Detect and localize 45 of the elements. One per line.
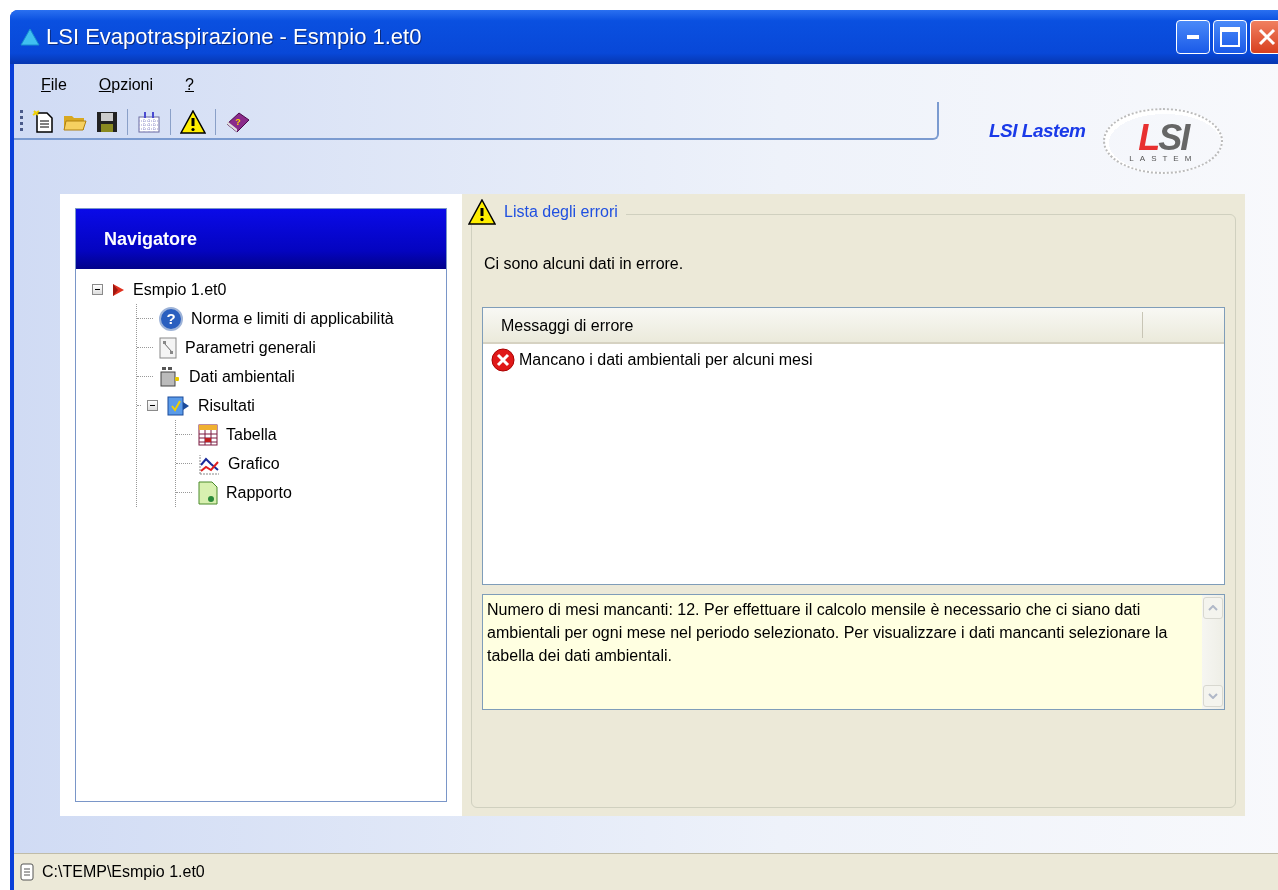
window-title: LSI Evapotraspirazione - Esmpio 1.et0	[46, 24, 423, 50]
tree-item[interactable]: Norma e limiti di applicabilità	[189, 309, 396, 328]
triangle-icon	[20, 28, 40, 46]
details-text: Numero di mesi mancanti: 12. Per effettuare il calcolo mensile è necessario che ci siano dati ambientali per ogni mese nel periodo selezionato. Per visualizzare i dati mancanti selezionare la tabella dei dati ambientali.	[486, 600, 1169, 666]
navigator-title: Navigatore	[76, 209, 446, 269]
group-title: Lista degli errori	[504, 203, 618, 221]
summary-text: Ci sono alcuni dati in errore.	[484, 255, 685, 273]
menu-item[interactable]: File	[32, 76, 76, 98]
close-button[interactable]	[1250, 20, 1278, 54]
menu-item[interactable]: ?	[176, 76, 203, 98]
status-path: C:\TEMP\Esmpio 1.et0	[42, 863, 205, 881]
maximize-icon	[1220, 27, 1240, 47]
close-icon	[1258, 28, 1276, 46]
report-icon	[198, 480, 218, 505]
logo-mark: LSI	[1138, 119, 1189, 156]
logo-subtitle: LASTEM	[1129, 153, 1198, 163]
warning-icon[interactable]	[180, 110, 206, 134]
document-icon	[20, 863, 34, 881]
warning-icon	[468, 199, 496, 225]
tree-item[interactable]: Rapporto	[224, 483, 294, 502]
tree-item[interactable]: Dati ambientali	[187, 367, 297, 386]
tree-item[interactable]: Grafico	[226, 454, 282, 473]
save-icon[interactable]	[96, 111, 118, 133]
collapse-toggle[interactable]	[147, 400, 158, 411]
tree-item[interactable]: Tabella	[224, 425, 279, 444]
question-icon: ?	[159, 306, 183, 331]
brand-name: LSI Lastem	[989, 120, 1086, 142]
line-chart-icon	[198, 452, 220, 475]
new-document-icon[interactable]	[32, 110, 54, 134]
document-icon	[159, 336, 177, 359]
tree-item[interactable]: Parametri generali	[183, 338, 318, 357]
table-icon	[198, 423, 218, 446]
data-sheet-icon	[159, 364, 181, 389]
tree-item[interactable]: Risultati	[196, 396, 257, 415]
calendar-icon[interactable]	[137, 111, 161, 133]
tree-item[interactable]: Esmpio 1.et0	[131, 280, 229, 299]
minimize-button[interactable]	[1176, 20, 1210, 54]
minimize-icon	[1187, 35, 1199, 39]
flag-icon	[111, 282, 125, 297]
error-message[interactable]: Mancano i dati ambientali per alcuni mesi	[519, 351, 813, 369]
check-document-icon	[166, 393, 190, 418]
maximize-button[interactable]	[1213, 20, 1247, 54]
menu-item[interactable]: Opzioni	[89, 76, 163, 98]
book-icon[interactable]: ?	[225, 110, 251, 134]
collapse-toggle[interactable]	[92, 284, 103, 295]
